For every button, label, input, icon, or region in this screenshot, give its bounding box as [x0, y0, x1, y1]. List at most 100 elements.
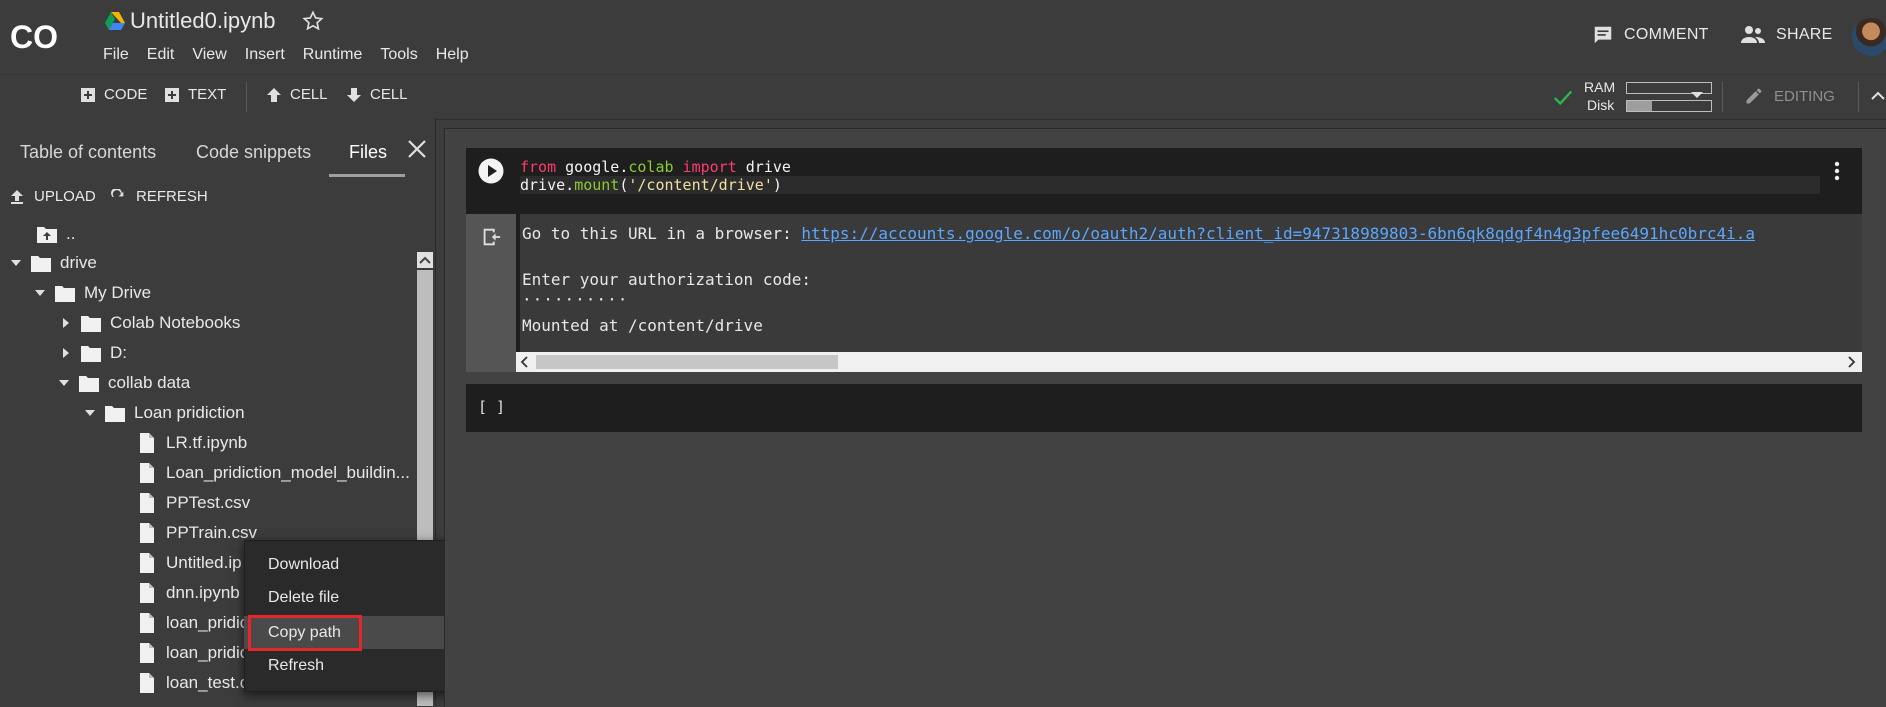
menu-insert[interactable]: Insert [245, 46, 285, 64]
arrow-up-icon [267, 87, 281, 102]
code-token: drive [520, 176, 566, 194]
code-token: drive [736, 158, 791, 176]
menu-bar: File Edit View Insert Runtime Tools Help [103, 46, 469, 64]
output-line: Go to this URL in a browser: https://acc… [522, 224, 1755, 243]
refresh-icon [111, 188, 124, 197]
auth-code-input[interactable]: ·········· [522, 290, 628, 309]
tree-item-collab-data[interactable]: collab data [58, 369, 190, 397]
code-editor[interactable]: from google.colab import drive drive.mou… [520, 158, 1820, 194]
tab-files[interactable]: Files [349, 142, 387, 163]
tree-item-file[interactable]: PPTrain.csv [136, 519, 257, 547]
tree-item-label: Untitled.ip [166, 553, 242, 572]
tree-item-loan-pridiction[interactable]: Loan pridiction [84, 399, 245, 427]
plus-box-icon [81, 87, 95, 102]
tree-item-file[interactable]: Untitled.ip [136, 549, 242, 577]
menu-runtime[interactable]: Runtime [303, 46, 363, 64]
tree-item-file[interactable]: Loan_pridiction_model_buildin... [136, 459, 410, 487]
tree-item-label: loan_pridic [166, 613, 249, 632]
chevron-left-icon[interactable] [518, 355, 532, 369]
folder-icon [81, 316, 101, 332]
upload-icon [11, 189, 23, 204]
caret-right-icon [63, 348, 69, 358]
run-cell-button[interactable] [478, 158, 504, 184]
toolbar-divider [246, 82, 247, 112]
highlight-box [248, 615, 362, 651]
folder-icon [31, 256, 51, 272]
tree-item-file[interactable]: dnn.ipynb [136, 579, 240, 607]
file-icon [140, 433, 154, 453]
menu-help[interactable]: Help [436, 46, 469, 64]
context-menu-label: Download [268, 555, 340, 573]
arrow-down-icon [347, 87, 361, 102]
context-menu-label: Refresh [268, 656, 325, 674]
tree-item-label: Loan_pridiction_model_buildin... [166, 463, 410, 482]
tree-item-label: collab data [108, 373, 191, 392]
active-tab-indicator [329, 174, 405, 177]
disk-usage-bar[interactable] [1626, 100, 1712, 112]
tree-item-file[interactable]: loan_pridic [136, 609, 248, 637]
caret-down-icon [59, 380, 69, 386]
comment-button[interactable]: COMMENT [1592, 24, 1709, 46]
tab-code-snippets[interactable]: Code snippets [196, 142, 311, 163]
move-cell-down-button[interactable]: CELL [346, 86, 408, 103]
chevron-right-icon[interactable] [1844, 355, 1858, 369]
caret-right-icon [63, 318, 69, 328]
user-avatar[interactable] [1852, 18, 1886, 56]
colab-logo[interactable]: CO [10, 18, 64, 54]
tree-item-drive[interactable]: drive [10, 249, 97, 277]
ram-label: RAM [1584, 79, 1616, 95]
menu-tools[interactable]: Tools [380, 46, 417, 64]
folder-icon [81, 346, 101, 362]
more-vert-icon[interactable] [1830, 160, 1844, 184]
people-icon [1741, 26, 1765, 43]
tree-item-file[interactable]: loan_test.c [136, 669, 248, 697]
output-scrollbar-thumb[interactable] [536, 355, 838, 369]
cell-prompt: [ ] [478, 398, 506, 416]
auth-url-link[interactable]: https://accounts.google.com/o/oauth2/aut… [801, 224, 1755, 243]
tree-item-d-drive[interactable]: D: [60, 339, 127, 367]
comment-icon [1594, 26, 1612, 44]
scroll-up-button[interactable] [417, 252, 433, 268]
refresh-button[interactable]: REFRESH [110, 188, 208, 205]
star-icon[interactable] [302, 10, 324, 32]
tree-item-file[interactable]: PPTest.csv [136, 489, 250, 517]
tree-item-file[interactable]: loan_pridic [136, 639, 248, 667]
tab-table-of-contents[interactable]: Table of contents [20, 142, 156, 163]
disk-label: Disk [1587, 97, 1615, 113]
tree-item-parent[interactable]: .. [36, 220, 75, 248]
code-line: drive.mount('/content/drive') [520, 176, 1820, 194]
google-drive-icon [105, 12, 125, 30]
output-actions-icon[interactable] [480, 226, 502, 248]
close-icon[interactable] [406, 138, 428, 160]
menu-view[interactable]: View [192, 46, 226, 64]
add-code-button[interactable]: CODE [80, 86, 147, 103]
tree-item-colab-notebooks[interactable]: Colab Notebooks [60, 309, 240, 337]
empty-code-cell[interactable] [466, 384, 1862, 432]
menu-edit[interactable]: Edit [147, 46, 175, 64]
auth-prompt: Enter your authorization code: [522, 270, 811, 289]
connected-check-icon [1552, 86, 1574, 108]
add-text-button[interactable]: TEXT [164, 86, 226, 103]
toolbar-divider [1722, 82, 1723, 112]
upload-button[interactable]: UPLOAD [10, 188, 96, 205]
text-label: TEXT [188, 86, 227, 103]
chevron-up-icon[interactable] [1870, 88, 1886, 104]
tree-item-my-drive[interactable]: My Drive [34, 279, 151, 307]
menu-file[interactable]: File [103, 46, 129, 64]
code-token: ) [772, 176, 782, 194]
share-button[interactable]: SHARE [1740, 24, 1833, 46]
mounted-message: Mounted at /content/drive [522, 316, 763, 335]
comment-label: COMMENT [1624, 26, 1709, 43]
tree-item-label: Colab Notebooks [110, 313, 241, 332]
folder-icon [55, 286, 75, 302]
folder-up-icon [37, 227, 57, 243]
output-text: Go to this URL in a browser: [522, 224, 802, 243]
move-cell-up-button[interactable]: CELL [266, 86, 328, 103]
editing-mode-button[interactable]: EDITING [1744, 86, 1835, 106]
tree-item-label: loan_test.c [166, 673, 249, 692]
tree-item-file[interactable]: LR.tf.ipynb [136, 429, 247, 457]
file-icon [140, 553, 154, 573]
chevron-down-icon[interactable] [1690, 90, 1704, 100]
notebook-title[interactable]: Untitled0.ipynb [130, 8, 276, 34]
file-icon [140, 583, 154, 603]
